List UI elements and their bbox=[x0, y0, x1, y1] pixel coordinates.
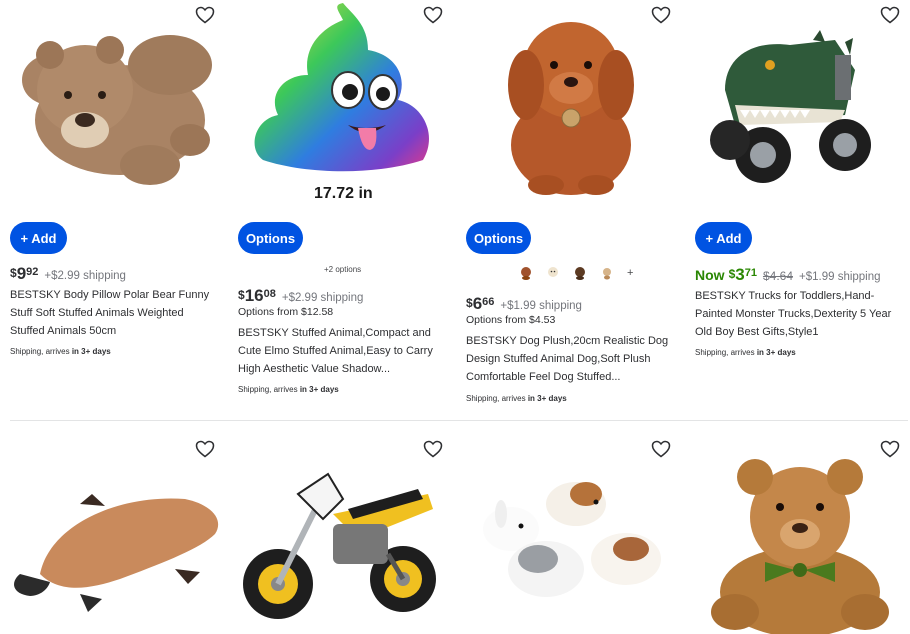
shipping-cost: +$1.99 shipping bbox=[500, 300, 582, 312]
product-title[interactable]: BESTSKY Dog Plush,20cm Realistic Dog Des… bbox=[466, 332, 671, 386]
favorite-heart-icon[interactable] bbox=[651, 6, 673, 26]
product-image[interactable] bbox=[466, 0, 686, 200]
more-options-count[interactable]: +2 options bbox=[324, 265, 361, 274]
price-block: Now $ 3 71 $4.64 +$1.99 shipping bbox=[695, 265, 881, 285]
price-cents: 66 bbox=[482, 296, 495, 308]
options-button[interactable]: Options bbox=[466, 222, 531, 254]
currency-symbol: $ bbox=[728, 267, 736, 281]
product-card[interactable] bbox=[695, 434, 910, 634]
price-dollars: 6 bbox=[472, 294, 483, 313]
product-card[interactable] bbox=[238, 434, 466, 634]
favorite-heart-icon[interactable] bbox=[651, 440, 673, 460]
price-dollars: 3 bbox=[735, 265, 745, 284]
product-card[interactable]: + Add Now $ 3 71 $4.64 +$1.99 shipping B… bbox=[695, 0, 910, 420]
favorite-heart-icon[interactable] bbox=[880, 440, 902, 460]
product-image[interactable] bbox=[695, 452, 910, 634]
add-to-cart-button[interactable]: + Add bbox=[10, 222, 67, 254]
product-image[interactable] bbox=[238, 0, 458, 200]
options-button[interactable]: Options bbox=[238, 222, 303, 254]
delivery-info: Shipping, arrives in 3+ days bbox=[695, 348, 796, 357]
product-image[interactable] bbox=[695, 0, 910, 200]
currency-symbol: $ bbox=[10, 266, 17, 280]
favorite-heart-icon[interactable] bbox=[423, 6, 445, 26]
price-dollars: 9 bbox=[16, 264, 27, 283]
product-title[interactable]: BESTSKY Trucks for Toddlers,Hand-Painted… bbox=[695, 287, 907, 341]
price-cents: 08 bbox=[263, 288, 276, 300]
price-dollars: 16 bbox=[244, 286, 264, 305]
options-from-price: Options from $4.53 bbox=[466, 314, 556, 326]
price-cents: 71 bbox=[744, 267, 757, 279]
shipping-cost: +$2.99 shipping bbox=[44, 270, 126, 282]
row-divider bbox=[10, 420, 908, 421]
favorite-heart-icon[interactable] bbox=[880, 6, 902, 26]
delivery-info: Shipping, arrives in 3+ days bbox=[466, 394, 567, 403]
variant-swatch-tan-dog[interactable] bbox=[600, 266, 614, 280]
now-label: Now bbox=[695, 267, 725, 283]
delivery-info: Shipping, arrives in 3+ days bbox=[238, 385, 339, 394]
price-block: $ 9 92 +$2.99 shipping bbox=[10, 264, 126, 284]
add-to-cart-button[interactable]: + Add bbox=[695, 222, 752, 254]
more-swatches-indicator[interactable]: + bbox=[627, 267, 633, 279]
product-title[interactable]: BESTSKY Stuffed Animal,Compact and Cute … bbox=[238, 324, 443, 378]
shipping-cost: +$2.99 shipping bbox=[281, 292, 364, 304]
favorite-heart-icon[interactable] bbox=[423, 440, 445, 460]
variant-swatches: + bbox=[519, 266, 633, 280]
price-block: $ 6 66 +$1.99 shipping bbox=[466, 294, 582, 314]
product-image[interactable] bbox=[466, 464, 686, 634]
delivery-info: Shipping, arrives in 3+ days bbox=[10, 347, 111, 356]
product-image[interactable] bbox=[238, 464, 458, 634]
product-card[interactable]: Options + $ 6 66 +$1.99 shipping Options… bbox=[466, 0, 694, 420]
shipping-cost: +$1.99 shipping bbox=[799, 271, 881, 283]
currency-symbol: $ bbox=[238, 288, 245, 302]
price-block: $ 16 08 +$2.99 shipping bbox=[238, 286, 363, 306]
favorite-heart-icon[interactable] bbox=[195, 440, 217, 460]
price-cents: 92 bbox=[26, 266, 39, 278]
product-image[interactable] bbox=[10, 454, 230, 634]
image-size-caption: 17.72 in bbox=[314, 185, 373, 202]
product-card[interactable] bbox=[466, 434, 694, 634]
product-card[interactable]: + Add $ 9 92 +$2.99 shipping BESTSKY Bod… bbox=[10, 0, 238, 420]
product-card[interactable]: 17.72 in Options +2 options $ 16 08 +$2.… bbox=[238, 0, 466, 420]
variant-swatch-dark-dog[interactable] bbox=[573, 266, 587, 280]
product-image[interactable] bbox=[10, 0, 230, 200]
currency-symbol: $ bbox=[466, 296, 473, 310]
was-price: $4.64 bbox=[762, 269, 793, 283]
add-label: + Add bbox=[20, 230, 57, 246]
product-card[interactable] bbox=[10, 434, 238, 634]
variant-swatch-brown-dog[interactable] bbox=[519, 266, 533, 280]
add-label: + Add bbox=[705, 230, 742, 246]
options-from-price: Options from $12.58 bbox=[238, 306, 334, 318]
variant-swatch-cream-dog[interactable] bbox=[546, 266, 560, 280]
favorite-heart-icon[interactable] bbox=[195, 6, 217, 26]
product-title[interactable]: BESTSKY Body Pillow Polar Bear Funny Stu… bbox=[10, 286, 215, 340]
